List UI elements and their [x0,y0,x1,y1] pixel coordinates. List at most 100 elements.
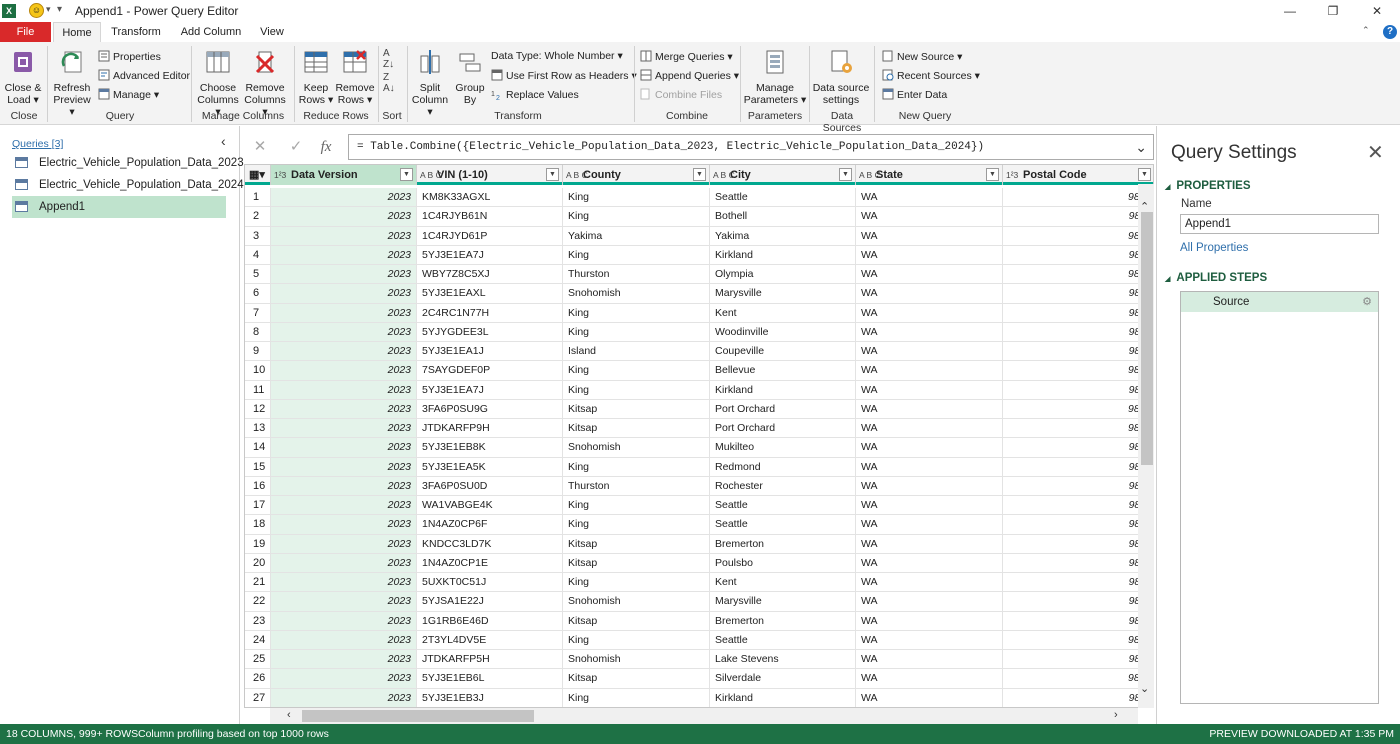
cell-vin[interactable]: 1C4RJYB61N [417,207,563,227]
cell-state[interactable]: WA [856,399,1003,419]
cell-state[interactable]: WA [856,650,1003,670]
formula-input[interactable]: = Table.Combine({Electric_Vehicle_Popula… [348,134,1154,160]
filter-dropdown-icon[interactable]: ▼ [546,168,559,181]
close-window-icon[interactable]: ✕ [1368,2,1386,20]
cell-city[interactable]: Yakima [710,226,856,246]
column-header-vin[interactable]: A B C VIN (1-10) ▼ [417,165,563,185]
expand-formula-icon[interactable]: ⌄ [1135,135,1147,159]
number-type-icon[interactable]: 1²3 [274,165,286,185]
cell-county[interactable]: King [563,361,710,381]
cell-state[interactable]: WA [856,226,1003,246]
cell-data-version[interactable]: 2023 [271,438,417,458]
column-header-state[interactable]: A B C State ▼ [856,165,1003,185]
close-pane-icon[interactable]: ✕ [1367,140,1384,165]
cell-postal-code[interactable]: 980: [1003,573,1153,593]
cell-state[interactable]: WA [856,361,1003,381]
cell-data-version[interactable]: 2023 [271,322,417,342]
cell-county[interactable]: Snohomish [563,650,710,670]
cell-city[interactable]: Kirkland [710,688,856,707]
cell-postal-code[interactable]: 982! [1003,650,1153,670]
append-queries-button[interactable]: Append Queries ▾ [640,69,739,82]
row-number[interactable]: 26 [245,669,271,689]
row-number[interactable]: 5 [245,265,271,285]
filter-dropdown-icon[interactable]: ▼ [986,168,999,181]
cell-postal-code[interactable]: 980: [1003,304,1153,323]
cell-county[interactable]: King [563,245,710,265]
cell-vin[interactable]: 1N4AZ0CP6F [417,515,563,535]
tab-home[interactable]: Home [53,22,101,42]
cell-postal-code[interactable]: 980! [1003,458,1153,477]
manage-button[interactable]: Manage ▾ [98,88,159,101]
row-number[interactable]: 6 [245,284,271,304]
scroll-left-icon[interactable]: ‹ [287,709,291,721]
combine-files-button[interactable]: Combine Files [640,88,722,101]
cell-postal-code[interactable]: 980: [1003,381,1153,400]
cell-vin[interactable]: WBY7Z8C5XJ [417,265,563,285]
cell-city[interactable]: Marysville [710,284,856,304]
cell-state[interactable]: WA [856,342,1003,362]
cell-vin[interactable]: 5UXKT0C51J [417,573,563,593]
cell-data-version[interactable]: 2023 [271,611,417,631]
cell-vin[interactable]: 3FA6P0SU9G [417,399,563,419]
smiley-feedback-icon[interactable]: ☺ [29,3,44,18]
remove-columns-button[interactable]: Remove Columns ▾ [242,48,288,118]
customize-toolbar-icon[interactable]: ▾ [57,4,62,15]
cell-county[interactable]: Island [563,342,710,362]
gear-icon[interactable]: ⚙ [1362,292,1372,312]
cell-city[interactable]: Port Orchard [710,419,856,439]
cell-data-version[interactable]: 2023 [271,226,417,246]
cell-postal-code[interactable]: 983( [1003,419,1153,439]
cell-city[interactable]: Bothell [710,207,856,227]
cell-city[interactable]: Seattle [710,515,856,535]
row-number[interactable]: 9 [245,342,271,362]
cell-county[interactable]: Snohomish [563,438,710,458]
cell-postal-code[interactable]: 982: [1003,284,1153,304]
keep-rows-button[interactable]: Keep Rows ▾ [297,48,335,106]
column-header-city[interactable]: A B C City ▼ [710,165,856,185]
row-number[interactable]: 27 [245,688,271,707]
filter-dropdown-icon[interactable]: ▼ [693,168,706,181]
column-header-data-version[interactable]: 1²3 Data Version ▼ [271,165,417,185]
row-number[interactable]: 19 [245,534,271,554]
cell-city[interactable]: Silverdale [710,669,856,689]
cell-state[interactable]: WA [856,669,1003,689]
cell-postal-code[interactable]: 981( [1003,631,1153,650]
row-number[interactable]: 12 [245,399,271,419]
cell-postal-code[interactable]: 980: [1003,246,1153,265]
cell-vin[interactable]: 5YJ3E1EB3J [417,688,563,707]
all-properties-link[interactable]: All Properties [1180,242,1248,254]
refresh-preview-button[interactable]: Refresh Preview ▾ [51,48,93,118]
cell-vin[interactable]: 5YJ3E1EA1J [417,342,563,362]
cell-city[interactable]: Bellevue [710,361,856,381]
cell-city[interactable]: Seattle [710,496,856,516]
row-number[interactable]: 16 [245,476,271,496]
filter-dropdown-icon[interactable]: ▼ [1138,168,1151,181]
cell-data-version[interactable]: 2023 [271,265,417,285]
horizontal-scroll-thumb[interactable] [302,710,534,722]
cell-county[interactable]: King [563,630,710,650]
cell-county[interactable]: King [563,303,710,323]
row-number[interactable]: 2 [245,207,271,227]
row-number[interactable]: 23 [245,611,271,631]
cell-city[interactable]: Seattle [710,630,856,650]
cell-city[interactable]: Coupeville [710,342,856,362]
cell-state[interactable]: WA [856,553,1003,573]
cell-county[interactable]: King [563,457,710,477]
table-menu-icon[interactable]: ▦▾ [245,165,271,185]
query-item[interactable]: Electric_Vehicle_Population_Data_2024 [12,174,244,196]
cell-data-version[interactable]: 2023 [271,688,417,707]
cell-county[interactable]: King [563,322,710,342]
cell-data-version[interactable]: 2023 [271,399,417,419]
restore-icon[interactable]: ❐ [1324,2,1342,20]
vertical-scroll-thumb[interactable] [1141,212,1153,465]
cell-county[interactable]: King [563,515,710,535]
chevron-down-icon[interactable]: ▾ [46,4,51,15]
text-type-icon[interactable]: A B C [859,165,881,185]
cell-county[interactable]: Thurston [563,476,710,496]
data-type-dropdown[interactable]: Data Type: Whole Number ▾ [491,50,623,62]
cell-vin[interactable]: 3FA6P0SU0D [417,476,563,496]
cell-state[interactable]: WA [856,284,1003,304]
cell-state[interactable]: WA [856,534,1003,554]
cell-vin[interactable]: 2C4RC1N77H [417,303,563,323]
cell-vin[interactable]: 5YJ3E1EA7J [417,380,563,400]
